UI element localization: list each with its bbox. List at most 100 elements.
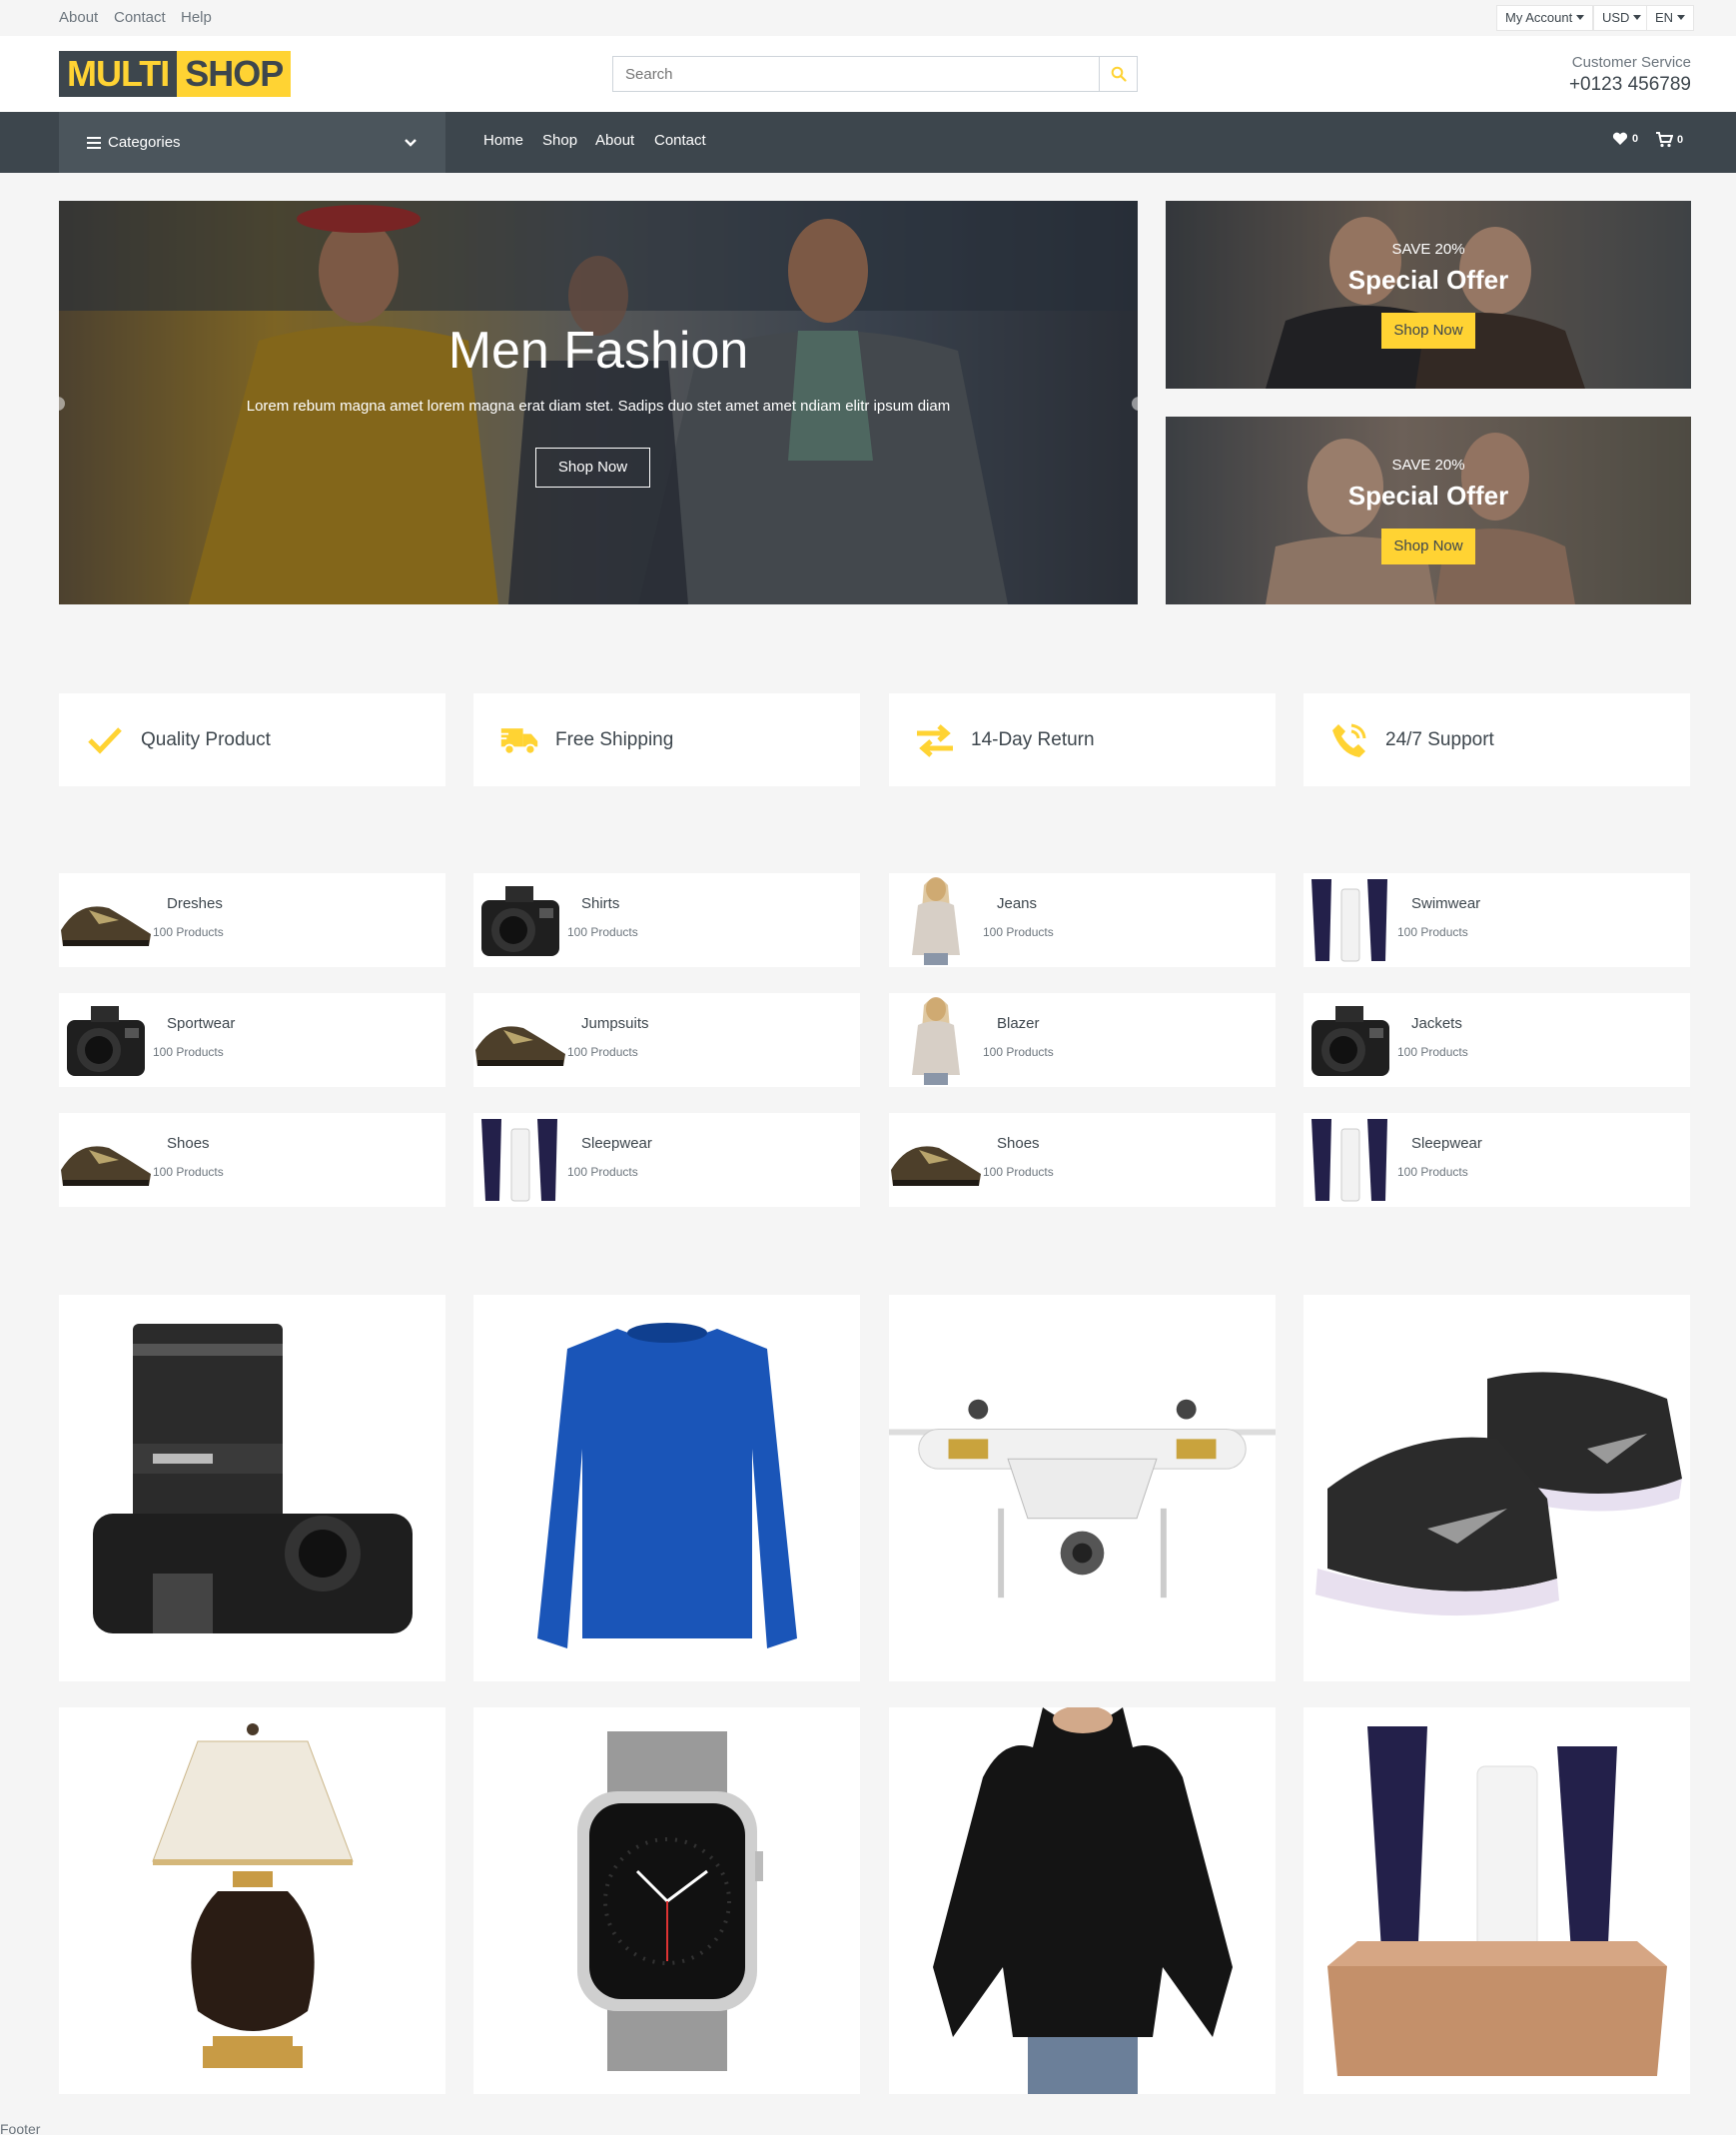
categories-label: Categories [108, 134, 181, 151]
offer-shop-now-button[interactable]: Shop Now [1381, 313, 1475, 349]
feature-label: 24/7 Support [1385, 728, 1494, 750]
search-icon [1111, 66, 1127, 82]
product-card-cosmetics[interactable] [1303, 1707, 1690, 2094]
category-name: Shoes [167, 1135, 210, 1152]
customer-service-label: Customer Service [1571, 54, 1691, 71]
category-count: 100 Products [567, 925, 638, 939]
watch-image [576, 1730, 763, 2071]
feature-label: Quality Product [141, 728, 271, 750]
category-count: 100 Products [983, 1045, 1054, 1059]
feature-quality-product: Quality Product [59, 693, 445, 786]
logo-part-1: MULTI [59, 51, 178, 97]
category-count: 100 Products [567, 1045, 638, 1059]
my-account-label: My Account [1505, 10, 1573, 25]
category-card-shirts[interactable]: Shirts 100 Products [473, 873, 860, 967]
category-card-sportwear[interactable]: Sportwear 100 Products [59, 993, 445, 1087]
my-account-dropdown[interactable]: My Account [1496, 5, 1594, 31]
product-card-drone[interactable] [889, 1295, 1276, 1681]
category-count: 100 Products [153, 925, 224, 939]
search-button[interactable] [1099, 57, 1137, 91]
top-bar: About Contact Help My Account USD EN [0, 0, 1736, 36]
nav-link-contact[interactable]: Contact [654, 132, 706, 149]
offer-save-label: SAVE 20% [1391, 457, 1465, 474]
search-input[interactable] [613, 57, 1093, 91]
top-link-about[interactable]: About [59, 9, 98, 26]
product-card-lamp[interactable] [59, 1707, 445, 2094]
product-card-watch[interactable] [473, 1707, 860, 2094]
categories-toggle[interactable]: Categories [59, 112, 445, 173]
logo[interactable]: MULTI SHOP [59, 51, 292, 97]
category-card-shoes[interactable]: Shoes 100 Products [889, 1113, 1276, 1207]
feature-label: Free Shipping [555, 728, 674, 750]
hero-carousel[interactable]: Men Fashion Lorem rebum magna amet lorem… [59, 201, 1138, 604]
offer-save-label: SAVE 20% [1391, 241, 1465, 258]
category-count: 100 Products [153, 1165, 224, 1179]
product-card-camera[interactable] [59, 1295, 445, 1681]
top-link-help[interactable]: Help [181, 9, 212, 26]
category-name: Shirts [581, 895, 620, 912]
shoe-icon [59, 873, 153, 967]
category-name: Sleepwear [1411, 1135, 1482, 1152]
cart-icon [1656, 132, 1673, 148]
category-card-shoes[interactable]: Shoes 100 Products [59, 1113, 445, 1207]
nav-link-about[interactable]: About [595, 132, 634, 149]
camera-icon [473, 873, 567, 967]
woman-icon [889, 993, 983, 1087]
shoe-icon [473, 993, 567, 1087]
shoe-icon [889, 1113, 983, 1207]
offer-shop-now-button[interactable]: Shop Now [1381, 529, 1475, 564]
product-card-sweater[interactable] [473, 1295, 860, 1681]
category-name: Jackets [1411, 1015, 1462, 1032]
offer-title: Special Offer [1347, 265, 1509, 295]
product-card-sneakers[interactable] [1303, 1295, 1690, 1681]
offer-title: Special Offer [1347, 481, 1509, 511]
category-card-jeans[interactable]: Jeans 100 Products [889, 873, 1276, 967]
category-count: 100 Products [983, 1165, 1054, 1179]
category-card-swimwear[interactable]: Swimwear 100 Products [1303, 873, 1690, 967]
blouse-image [932, 1707, 1233, 2094]
product-card-blouse[interactable] [889, 1707, 1276, 2094]
category-card-blazer[interactable]: Blazer 100 Products [889, 993, 1276, 1087]
category-name: Dreshes [167, 895, 223, 912]
category-card-jumpsuits[interactable]: Jumpsuits 100 Products [473, 993, 860, 1087]
hero-title: Men Fashion [447, 322, 749, 380]
category-name: Jumpsuits [581, 1015, 649, 1032]
shipping-icon [499, 720, 539, 760]
nav-link-home[interactable]: Home [483, 132, 523, 149]
category-count: 100 Products [1397, 1165, 1468, 1179]
feature-free-shipping: Free Shipping [473, 693, 860, 786]
category-card-sleepwear[interactable]: Sleepwear 100 Products [473, 1113, 860, 1207]
cosmetics-icon [473, 1113, 567, 1207]
category-name: Sleepwear [581, 1135, 652, 1152]
nav-link-shop[interactable]: Shop [542, 132, 577, 149]
search-box [612, 56, 1138, 92]
cosmetics-image [1326, 1725, 1667, 2076]
category-count: 100 Products [1397, 925, 1468, 939]
currency-dropdown[interactable]: USD [1593, 5, 1651, 31]
footer: Footer [0, 2121, 41, 2135]
cart-button[interactable]: 0 [1655, 132, 1683, 148]
category-card-jackets[interactable]: Jackets 100 Products [1303, 993, 1690, 1087]
phone-icon [1329, 720, 1369, 760]
category-name: Swimwear [1411, 895, 1481, 912]
feature-14-day-return: 14-Day Return [889, 693, 1276, 786]
category-card-dreshes[interactable]: Dreshes 100 Products [59, 873, 445, 967]
category-card-sleepwear[interactable]: Sleepwear 100 Products [1303, 1113, 1690, 1207]
exchange-icon [915, 720, 955, 760]
drone-image [889, 1399, 1276, 1598]
category-count: 100 Products [153, 1045, 224, 1059]
category-name: Shoes [997, 1135, 1040, 1152]
camera-icon [59, 993, 153, 1087]
lamp-image [151, 1722, 354, 2068]
currency-label: USD [1602, 10, 1630, 25]
cosmetics-icon [1303, 1113, 1397, 1207]
check-icon [85, 720, 125, 760]
language-label: EN [1655, 10, 1674, 25]
language-dropdown[interactable]: EN [1646, 5, 1695, 31]
bars-icon [87, 136, 101, 149]
cart-count: 0 [1677, 134, 1684, 146]
hero-shop-now-button[interactable]: Shop Now [535, 448, 650, 488]
category-count: 100 Products [983, 925, 1054, 939]
top-link-contact[interactable]: Contact [114, 9, 166, 26]
wishlist-button[interactable]: 0 [1612, 132, 1638, 146]
